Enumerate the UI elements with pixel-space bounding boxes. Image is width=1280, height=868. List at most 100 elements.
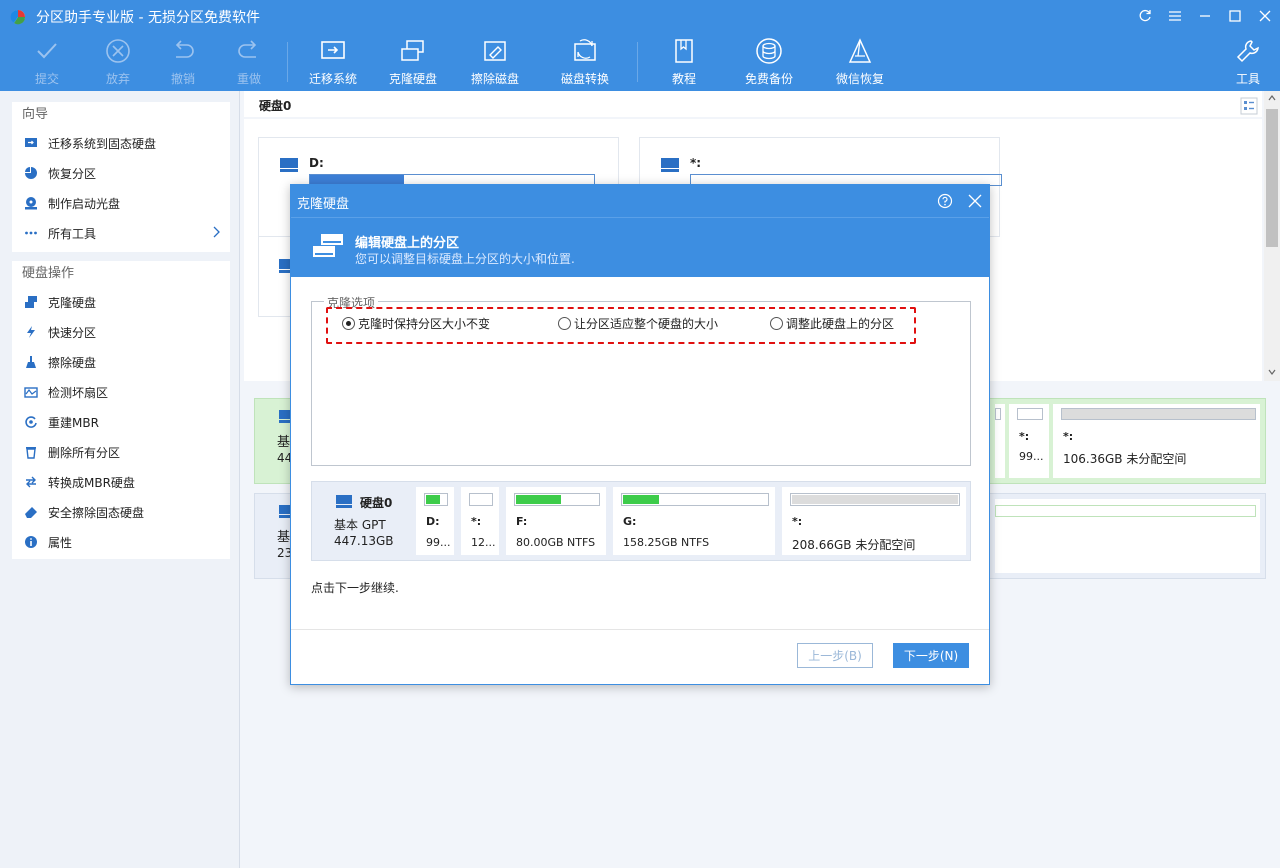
disk-header: 硬盘0 [244, 91, 1262, 117]
sidebar-item-label: 擦除硬盘 [48, 355, 97, 370]
minimize-icon[interactable] [1190, 0, 1220, 32]
window-controls [1130, 0, 1280, 32]
clone-disk-label: 克隆硬盘 [388, 72, 437, 86]
tools-label: 工具 [1235, 72, 1260, 86]
tools-button[interactable]: 工具 [1208, 36, 1280, 88]
partition-label: *: [471, 515, 482, 528]
migrate-icon [24, 136, 38, 150]
drive-icon [661, 158, 679, 172]
tutorial-button[interactable]: 教程 [644, 36, 724, 88]
partition-block-star[interactable]: *: 12... [461, 487, 499, 555]
maximize-icon[interactable] [1220, 0, 1250, 32]
next-button[interactable]: 下一步(N) [893, 643, 969, 668]
sidebar-item-quick-partition[interactable]: 快速分区 [12, 317, 230, 347]
sidebar-item-convert-mbr[interactable]: 转换成MBR硬盘 [12, 467, 230, 497]
usage-bar [514, 493, 600, 506]
sidebar-item-rebuild-mbr[interactable]: 重建MBR [12, 407, 230, 437]
sidebar-item-bad-sector[interactable]: 检测坏扇区 [12, 377, 230, 407]
partition-block[interactable] [995, 404, 1005, 478]
sidebar-item-label: 恢复分区 [48, 166, 97, 181]
partition-value: 99... [1019, 450, 1044, 463]
sidebar-item-label: 所有工具 [48, 226, 97, 241]
partition-label: *: [1019, 430, 1030, 443]
usage-bar [790, 493, 960, 506]
drive-icon [280, 158, 298, 172]
disk-icon [336, 495, 352, 508]
vertical-scrollbar[interactable] [1264, 91, 1280, 381]
banner-subtitle: 您可以调整目标硬盘上分区的大小和位置. [355, 252, 575, 266]
usage-bar [621, 493, 769, 506]
partition-card-label: *: [690, 156, 702, 170]
recovery-a-icon [845, 36, 875, 66]
scroll-down-icon[interactable] [1268, 369, 1276, 375]
clone-disk-button[interactable]: 克隆硬盘 [373, 36, 453, 88]
free-backup-button[interactable]: 免费备份 [729, 36, 809, 88]
disk-ops-panel: 硬盘操作 克隆硬盘 快速分区 擦除硬盘 检测坏扇区 重建MBR 删除所有分区 转… [12, 261, 230, 559]
sidebar-item-secure-erase[interactable]: 安全擦除固态硬盘 [12, 497, 230, 527]
scroll-up-icon[interactable] [1268, 95, 1276, 101]
refresh-icon[interactable] [1130, 0, 1160, 32]
partition-label: *: [1063, 430, 1074, 443]
partition-block[interactable]: *: 106.36GB 未分配空间 [1053, 404, 1260, 478]
partition-block[interactable]: *: 99... [1009, 404, 1049, 478]
sidebar-item-label: 制作启动光盘 [48, 196, 121, 211]
wechat-recovery-button[interactable]: 微信恢复 [820, 36, 900, 88]
dialog-title: 克隆硬盘 [297, 197, 350, 212]
sidebar-item-all-tools[interactable]: 所有工具 [12, 218, 230, 248]
dialog-title-bar: 克隆硬盘 [291, 185, 989, 217]
help-icon[interactable] [937, 193, 953, 209]
commit-button[interactable]: 提交 [7, 36, 87, 88]
sidebar-item-clone-disk[interactable]: 克隆硬盘 [12, 287, 230, 317]
migrate-os-button[interactable]: 迁移系统 [293, 36, 373, 88]
checkmark-icon [32, 36, 62, 66]
sidebar-item-properties[interactable]: 属性 [12, 527, 230, 557]
partition-block-unallocated[interactable]: *: 208.66GB 未分配空间 [782, 487, 966, 555]
banner-heading: 编辑硬盘上的分区 [355, 236, 460, 251]
option-adjust-partitions-radio[interactable]: 调整此硬盘上的分区 [770, 315, 894, 332]
toolbar: 提交 放弃 撤销 重做 迁移系统 克隆硬盘 擦除磁盘 磁盘转换 教程 免费备份 … [0, 36, 1280, 88]
lightning-icon [24, 325, 38, 339]
disk-type-text: 基 [277, 530, 291, 545]
recover-partition-icon [24, 166, 38, 180]
redo-button[interactable]: 重做 [209, 36, 289, 88]
partition-block-d[interactable]: D: 99... [416, 487, 454, 555]
usage-fill [426, 495, 440, 504]
backup-database-icon [754, 36, 784, 66]
free-backup-label: 免费备份 [744, 72, 793, 86]
partition-block[interactable] [995, 499, 1260, 573]
clone-disk-icon [24, 295, 38, 309]
sidebar-item-migrate-ssd[interactable]: 迁移系统到固态硬盘 [12, 128, 230, 158]
clone-disk-icon [313, 234, 343, 257]
disk-ops-title: 硬盘操作 [22, 266, 75, 281]
disk-convert-button[interactable]: 磁盘转换 [545, 36, 625, 88]
sidebar-item-label: 转换成MBR硬盘 [48, 475, 135, 490]
usage-bar [1061, 408, 1256, 420]
partition-block-g[interactable]: G: 158.25GB NTFS [613, 487, 775, 555]
wipe-disk-button[interactable]: 擦除磁盘 [455, 36, 535, 88]
cancel-circle-icon [103, 36, 133, 66]
app-title: 分区助手专业版 - 无损分区免费软件 [36, 10, 260, 26]
previous-button[interactable]: 上一步(B) [797, 643, 873, 668]
partition-block-f[interactable]: F: 80.00GB NTFS [506, 487, 606, 555]
rebuild-icon [24, 415, 38, 429]
sidebar-item-boot-disc[interactable]: 制作启动光盘 [12, 188, 230, 218]
menu-icon[interactable] [1160, 0, 1190, 32]
dialog-banner: 编辑硬盘上的分区 您可以调整目标硬盘上分区的大小和位置. [291, 217, 989, 277]
disk-type-text: 基 [277, 435, 291, 450]
redo-label: 重做 [236, 72, 261, 86]
close-window-icon[interactable] [1250, 0, 1280, 32]
broom-icon [24, 355, 38, 369]
sidebar-item-delete-all[interactable]: 删除所有分区 [12, 437, 230, 467]
sidebar-item-label: 删除所有分区 [48, 445, 121, 460]
boot-disc-icon [24, 196, 38, 210]
option-fit-disk-radio[interactable]: 让分区适应整个硬盘的大小 [558, 315, 718, 332]
sidebar-item-recover-partition[interactable]: 恢复分区 [12, 158, 230, 188]
close-icon[interactable] [967, 193, 983, 209]
partition-value: 208.66GB 未分配空间 [792, 538, 916, 552]
wipe-disk-icon [480, 36, 510, 66]
option-label: 克隆时保持分区大小不变 [358, 317, 491, 331]
scrollbar-thumb[interactable] [1266, 109, 1278, 247]
sidebar-item-wipe-disk[interactable]: 擦除硬盘 [12, 347, 230, 377]
view-toggle-icon[interactable] [1240, 97, 1258, 115]
option-keep-size-radio[interactable]: 克隆时保持分区大小不变 [342, 315, 490, 332]
